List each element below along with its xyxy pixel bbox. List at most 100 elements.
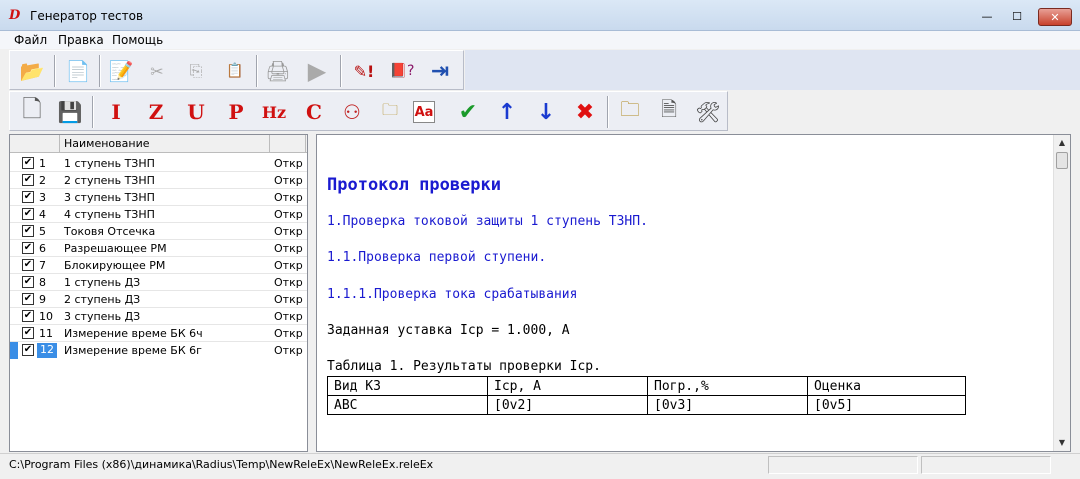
menu-file[interactable]: Файл <box>14 33 47 47</box>
row-status: Откр <box>274 276 303 289</box>
paste-icon[interactable]: 📋 <box>219 55 251 87</box>
move-down-icon[interactable]: ↓ <box>530 96 562 128</box>
maximize-button[interactable]: ☐ <box>1003 8 1031 26</box>
table-row[interactable]: ✔ 1 1 ступень ТЗНП Откр <box>10 155 307 172</box>
grid-header: Наименование <box>10 135 307 153</box>
play-icon[interactable]: ▶ <box>301 55 333 87</box>
main-toolbar: 📂 📄 📝 ✂ ⎘ 📋 🖨 ▶ ✎! 📕? ⇥ <box>9 50 464 90</box>
row-checkbox[interactable]: ✔ <box>22 344 34 356</box>
add-network-icon[interactable]: ⚇ <box>336 96 368 128</box>
printer-icon[interactable]: 🖨 <box>262 55 294 87</box>
move-up-icon[interactable]: ↑ <box>491 96 523 128</box>
pencil-warning-icon[interactable]: ✎! <box>348 55 380 87</box>
table-row[interactable]: ✔ 4 4 ступень ТЗНП Откр <box>10 206 307 223</box>
row-status: Откр <box>274 174 303 187</box>
table-row[interactable]: ✔ 8 1 ступень ДЗ Откр <box>10 274 307 291</box>
save-file-icon[interactable]: 🗎 <box>653 96 685 128</box>
table-row[interactable]: ✔ 2 2 ступень ТЗНП Откр <box>10 172 307 189</box>
row-checkbox[interactable]: ✔ <box>22 191 34 203</box>
menu-help[interactable]: Помощь <box>112 33 163 47</box>
scroll-thumb[interactable] <box>1056 152 1068 169</box>
exit-door-icon[interactable]: ⇥ <box>424 55 456 87</box>
copy-icon[interactable]: ⎘ <box>180 55 212 87</box>
row-checkbox[interactable]: ✔ <box>22 242 34 254</box>
row-checkbox[interactable]: ✔ <box>22 276 34 288</box>
menu-bar: Файл Правка Помощь <box>0 31 1080 49</box>
help-book-icon[interactable]: 📕? <box>386 55 418 87</box>
table-row[interactable]: ✔ 5 Токовя Отсечка Откр <box>10 223 307 240</box>
row-status: Откр <box>274 259 303 272</box>
row-checkbox[interactable]: ✔ <box>22 259 34 271</box>
open-folder-icon[interactable]: 📂 <box>16 55 48 87</box>
row-status: Откр <box>274 344 303 357</box>
row-checkbox[interactable]: ✔ <box>22 293 34 305</box>
table-row[interactable]: ✔ 10 3 ступень ДЗ Откр <box>10 308 307 325</box>
tools-icon[interactable]: 🛠 <box>692 96 724 128</box>
row-name: 4 ступень ТЗНП <box>64 208 155 221</box>
file-path: C:\Program Files (x86)\динамика\Radius\T… <box>9 458 434 471</box>
add-i-icon[interactable]: I <box>100 96 132 128</box>
toolbar-separator <box>340 55 342 87</box>
document-title: Протокол проверки <box>327 175 501 195</box>
close-button[interactable]: ✕ <box>1038 8 1072 26</box>
table-cell: ABC <box>327 395 488 415</box>
vertical-scrollbar[interactable]: ▲ ▼ <box>1053 135 1070 451</box>
document-icon[interactable]: 📄 <box>62 55 94 87</box>
test-toolbar: 🗋 💾 I Z U P Hz C ⚇ 🗀 Aa ✔ ↑ ↓ ✖ 🗀 🗎 🛠 <box>9 91 728 131</box>
table-row-selected[interactable]: ✔ 12 Измерение време БК 6г Откр <box>10 342 307 359</box>
add-z-icon[interactable]: Z <box>140 96 172 128</box>
row-checkbox[interactable]: ✔ <box>22 208 34 220</box>
row-checkbox[interactable]: ✔ <box>22 157 34 169</box>
row-selection-marker <box>10 342 18 359</box>
edit-document-icon[interactable]: 📝 <box>105 55 137 87</box>
table-row[interactable]: ✔ 9 2 ступень ДЗ Откр <box>10 291 307 308</box>
row-number: 10 <box>39 310 53 323</box>
scroll-up-arrow-icon[interactable]: ▲ <box>1054 135 1070 151</box>
row-checkbox[interactable]: ✔ <box>22 310 34 322</box>
row-name: 2 ступень ТЗНП <box>64 174 155 187</box>
row-status: Откр <box>274 157 303 170</box>
row-name: Измерение време БК 6г <box>64 344 202 357</box>
add-text-icon[interactable]: Aa <box>413 101 435 123</box>
row-number: 12 <box>37 343 57 358</box>
row-number: 8 <box>39 276 46 289</box>
row-number: 2 <box>39 174 46 187</box>
table-header-cell: Icp, A <box>487 376 648 396</box>
new-file-icon[interactable]: 🗋 <box>16 95 48 128</box>
row-checkbox[interactable]: ✔ <box>22 174 34 186</box>
header-status[interactable] <box>270 135 306 153</box>
add-u-icon[interactable]: U <box>180 96 212 128</box>
row-name: 3 ступень ТЗНП <box>64 191 155 204</box>
add-hz-icon[interactable]: Hz <box>258 96 290 128</box>
menu-edit[interactable]: Правка <box>58 33 104 47</box>
table-row[interactable]: ✔ 11 Измерение време БК 6ч Откр <box>10 325 307 342</box>
header-name[interactable]: Наименование <box>60 135 270 153</box>
save-icon[interactable]: 💾 <box>54 96 86 128</box>
test-list-grid[interactable]: Наименование ✔ 1 1 ступень ТЗНП Откр ✔ 2… <box>9 134 308 452</box>
row-name: 2 ступень ДЗ <box>64 293 141 306</box>
add-p-icon[interactable]: P <box>220 96 252 128</box>
minimize-button[interactable]: — <box>973 8 1001 26</box>
delete-icon[interactable]: ✖ <box>569 96 601 128</box>
section-heading-2: 1.1.Проверка первой ступени. <box>327 250 547 265</box>
add-folder-icon[interactable]: 🗀 <box>374 96 406 128</box>
row-checkbox[interactable]: ✔ <box>22 327 34 339</box>
title-bar: D Генератор тестов — ☐ ✕ <box>0 0 1080 31</box>
table-row[interactable]: ✔ 3 3 ступень ТЗНП Откр <box>10 189 307 206</box>
cut-icon[interactable]: ✂ <box>141 55 173 87</box>
row-number: 9 <box>39 293 46 306</box>
table-row[interactable]: ✔ 6 Разрешающее РМ Откр <box>10 240 307 257</box>
scroll-down-arrow-icon[interactable]: ▼ <box>1054 435 1070 451</box>
add-c-icon[interactable]: C <box>298 96 330 128</box>
table-row[interactable]: ✔ 7 Блокирующее РМ Откр <box>10 257 307 274</box>
section-heading-3: 1.1.1.Проверка тока срабатывания <box>327 287 578 302</box>
section-heading-1: 1.Проверка токовой защиты 1 ступень ТЗНП… <box>327 214 648 229</box>
toolbar-background <box>465 50 1080 90</box>
status-bar: C:\Program Files (x86)\динамика\Radius\T… <box>0 453 1080 479</box>
row-checkbox[interactable]: ✔ <box>22 225 34 237</box>
header-num[interactable] <box>10 135 60 153</box>
check-icon[interactable]: ✔ <box>452 96 484 128</box>
open-file-icon[interactable]: 🗀 <box>614 96 646 128</box>
row-name: 1 ступень ДЗ <box>64 276 141 289</box>
protocol-preview[interactable]: Протокол проверки 1.Проверка токовой защ… <box>316 134 1071 452</box>
